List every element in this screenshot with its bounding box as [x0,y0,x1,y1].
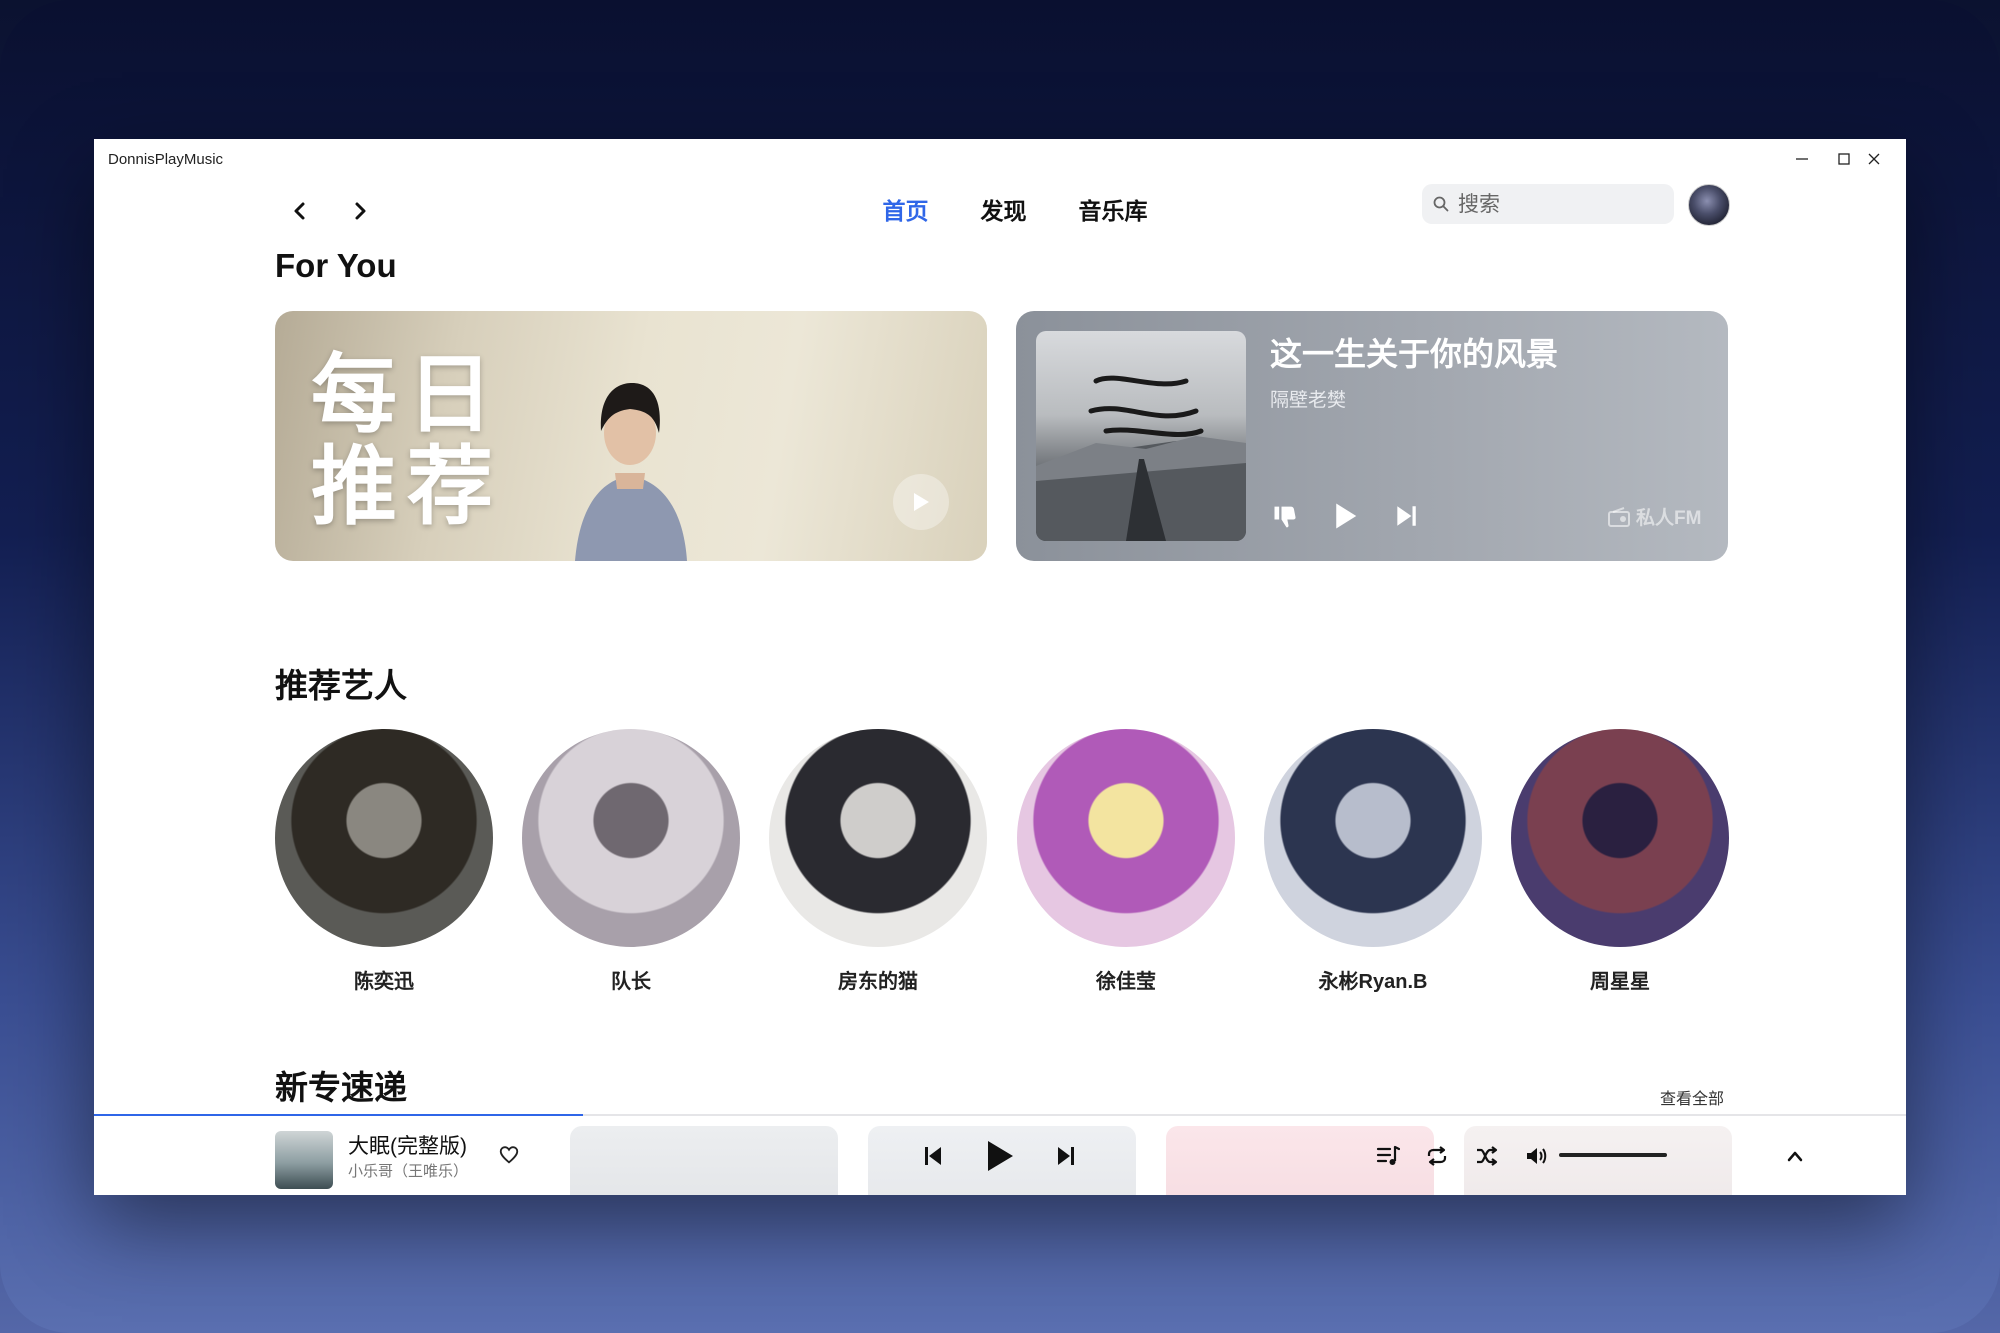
album-preview-blur [570,1126,838,1195]
tab-discover[interactable]: 发现 [981,189,1027,233]
search-input[interactable] [1456,184,1670,226]
play-icon [914,493,929,511]
previous-icon [925,1147,941,1165]
artist-card[interactable]: 周星星 [1511,729,1729,994]
app-window: DonnisPlayMusic 首页 发现 音乐库 For You [94,139,1906,1195]
volume-icon [1527,1148,1547,1164]
player-bar: 大眠(完整版) 小乐哥（王唯乐） [94,1116,1906,1195]
private-fm-card: 这一生关于你的风景 隔壁老樊 私人FM [1016,311,1728,561]
artist-photo [1511,729,1729,947]
artist-photo [1017,729,1235,947]
close-button[interactable] [1846,141,1902,177]
recommended-artists-title: 推荐艺人 [275,667,407,704]
private-fm-text: 私人FM [1636,508,1702,529]
search-icon [1433,196,1449,212]
tab-library[interactable]: 音乐库 [1079,189,1148,233]
repeat-button[interactable] [1417,1136,1457,1176]
artist-name: 周星星 [1590,971,1650,993]
play-button[interactable] [974,1130,1026,1182]
shuffle-icon [1477,1146,1498,1166]
artist-photo [522,729,740,947]
app-title: DonnisPlayMusic [108,151,224,168]
expand-player-button[interactable] [1775,1136,1815,1176]
artist-card[interactable]: 陈奕迅 [275,729,493,994]
playlist-icon [1376,1145,1400,1165]
next-icon [1397,506,1416,526]
playlist-button[interactable] [1368,1136,1408,1176]
heart-icon [499,1146,519,1164]
next-icon [1058,1147,1074,1165]
fm-artist-name[interactable]: 隔壁老樊 [1270,385,1346,412]
artist-name: 永彬Ryan.B [1318,971,1428,993]
previous-button[interactable] [913,1136,953,1176]
repeat-icon [1427,1146,1447,1166]
dislike-icon [1274,506,1296,528]
daily-recommend-title: 每日 推荐 [311,347,503,535]
artist-photo [1264,729,1482,947]
close-icon [1868,153,1880,165]
now-playing-artist[interactable]: 小乐哥（王唯乐） [348,1160,468,1181]
now-playing-cover[interactable] [275,1131,333,1189]
for-you-title: For You [275,247,397,284]
artist-name: 徐佳莹 [1096,971,1156,993]
fm-cover-art [1036,375,1246,541]
volume-slider[interactable] [1559,1153,1667,1157]
artist-card[interactable]: 队长 [522,729,740,994]
fm-play-button[interactable] [1328,499,1362,533]
next-button[interactable] [1046,1136,1086,1176]
artist-name: 队长 [611,971,651,993]
play-icon [1336,503,1357,529]
daily-recommend-card[interactable]: 每日 推荐 [275,311,987,561]
title-bar: DonnisPlayMusic [94,139,1906,179]
artist-photo [275,729,493,947]
minimize-icon [1796,158,1808,160]
play-icon [988,1141,1013,1171]
avatar[interactable] [1688,184,1730,226]
tab-home[interactable]: 首页 [883,189,929,233]
artist-card[interactable]: 永彬Ryan.B [1264,729,1482,994]
new-albums-title: 新专速递 [275,1069,407,1106]
radio-icon [1608,506,1630,527]
artist-photo [769,729,987,947]
artist-name: 陈奕迅 [354,971,414,993]
chevron-up-icon [1787,1151,1803,1162]
shuffle-button[interactable] [1467,1136,1507,1176]
artist-name: 房东的猫 [838,971,918,993]
artist-card[interactable]: 房东的猫 [769,729,987,994]
fm-song-title: 这一生关于你的风景 [1270,336,1559,372]
private-fm-label: 私人FM [1608,503,1701,530]
volume-button[interactable] [1517,1136,1557,1176]
see-all-link[interactable]: 查看全部 [1660,1085,1724,1109]
daily-cover-person [575,383,687,561]
daily-play-button[interactable] [893,474,949,530]
fm-album-cover [1036,331,1246,541]
artist-card[interactable]: 徐佳莹 [1017,729,1235,994]
now-playing-title[interactable]: 大眠(完整版) [348,1130,467,1160]
fm-dislike-button[interactable] [1268,499,1302,533]
search-box [1422,184,1674,226]
fm-next-button[interactable] [1389,499,1423,533]
like-button[interactable] [492,1138,526,1172]
